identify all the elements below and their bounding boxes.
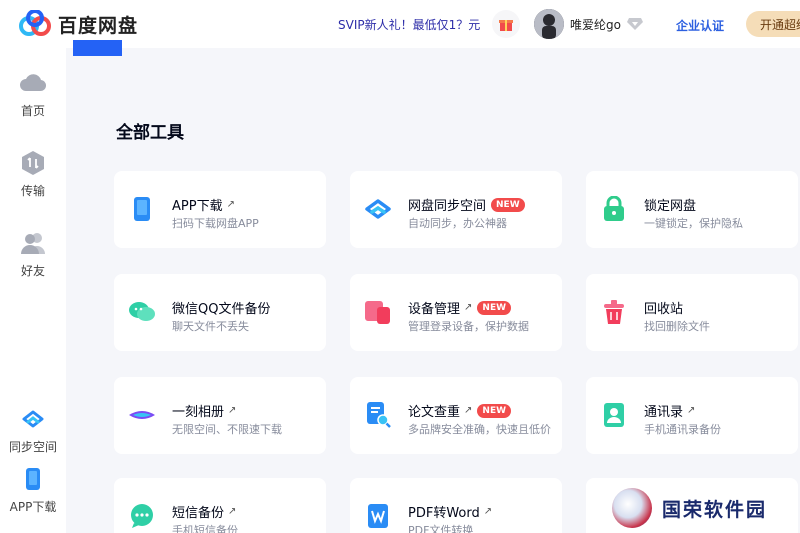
external-arrow-icon: ↗ [228, 506, 237, 517]
tool-card-wechat-qq-backup[interactable]: 微信QQ文件备份 聊天文件不丢失 [114, 274, 326, 351]
sidebar: 首页 传输 好友 同步空间 APP下载 [0, 48, 66, 533]
tool-title: 网盘同步空间 NEW [408, 195, 525, 214]
tool-subtitle: 多品牌安全准确，快速且低价 [408, 423, 551, 436]
phone-icon [128, 195, 156, 223]
trash-icon [600, 298, 628, 326]
logo[interactable]: 百度网盘 [18, 9, 139, 38]
tool-title: 锁定网盘 [644, 199, 697, 214]
yike-album-icon [128, 401, 156, 429]
page-title: 全部工具 [116, 123, 184, 143]
tool-card-paper-check[interactable]: 论文查重 ↗ NEW 多品牌安全准确，快速且低价 [350, 377, 562, 454]
friends-icon [20, 230, 46, 256]
sidebar-item-home[interactable]: 首页 [0, 70, 66, 119]
open-svip-button[interactable]: 开通超级会员 [746, 11, 800, 37]
lock-icon [600, 195, 628, 223]
external-arrow-icon: ↗ [226, 199, 235, 210]
sync-icon [20, 406, 46, 432]
tool-subtitle: 找回删除文件 [644, 320, 710, 333]
phone-icon [20, 466, 46, 492]
tool-subtitle: 管理登录设备，保护数据 [408, 320, 529, 333]
sidebar-item-label: 首页 [20, 104, 45, 118]
tool-subtitle: PDF文件转换 [408, 524, 474, 533]
tool-card-device-management[interactable]: 设备管理 ↗ NEW 管理登录设备，保护数据 [350, 274, 562, 351]
tool-title: 一刻相册 ↗ [172, 405, 237, 420]
avatar[interactable] [534, 9, 564, 39]
sidebar-item-sync-space[interactable]: 同步空间 [0, 406, 66, 455]
message-icon [128, 502, 156, 530]
word-doc-icon [364, 502, 392, 530]
tool-title: 回收站 [644, 302, 684, 317]
tool-card-sms-backup[interactable]: 短信备份 ↗ 手机短信备份 [114, 478, 326, 533]
active-indicator [73, 40, 122, 56]
tool-title: 论文查重 ↗ NEW [408, 401, 512, 420]
new-badge: NEW [491, 197, 525, 212]
external-arrow-icon: ↗ [464, 405, 473, 416]
contacts-icon [600, 401, 628, 429]
tool-card-yike-album[interactable]: 一刻相册 ↗ 无限空间、不限速下载 [114, 377, 326, 454]
tool-card-app-download[interactable]: APP下载 ↗ 扫码下载网盘APP [114, 171, 326, 248]
globe-logo-icon [612, 488, 652, 528]
watermark: 国荣软件园 [612, 488, 767, 528]
tool-card-recycle-bin[interactable]: 回收站 找回删除文件 [586, 274, 798, 351]
enterprise-verify-link[interactable]: 企业认证 [676, 17, 724, 34]
top-bar: 百度网盘 SVIP新人礼！最低仅1？元 唯爱纶go 企业认证 开通超级会员 [0, 0, 800, 56]
external-arrow-icon: ↗ [483, 506, 493, 517]
external-arrow-icon: ↗ [464, 302, 473, 313]
tool-title: PDF转Word ↗ [408, 506, 493, 521]
sidebar-item-label: APP下载 [9, 500, 57, 514]
vip-diamond-icon[interactable] [627, 16, 643, 35]
tool-title: 设备管理 ↗ NEW [408, 298, 512, 317]
tool-subtitle: 一键锁定，保护隐私 [644, 217, 743, 230]
watermark-text: 国荣软件园 [662, 498, 768, 521]
sidebar-item-label: 好友 [20, 264, 45, 278]
svip-promo-link[interactable]: SVIP新人礼！最低仅1？元 [338, 16, 480, 33]
tool-subtitle: 自动同步，办公神器 [408, 217, 507, 230]
tool-card-sync-space[interactable]: 网盘同步空间 NEW 自动同步，办公神器 [350, 171, 562, 248]
sidebar-item-transfer[interactable]: 传输 [0, 150, 66, 199]
chat-bubbles-icon [128, 298, 156, 326]
username[interactable]: 唯爱纶go [570, 16, 621, 33]
document-search-icon [364, 401, 392, 429]
tool-card-pdf-to-word[interactable]: PDF转Word ↗ PDF文件转换 [350, 478, 562, 533]
external-arrow-icon: ↗ [687, 405, 696, 416]
tool-title: 短信备份 ↗ [172, 506, 237, 521]
tool-card-contacts[interactable]: 通讯录 ↗ 手机通讯录备份 [586, 377, 798, 454]
tool-title: APP下载 ↗ [172, 199, 235, 214]
sidebar-item-label: 传输 [20, 184, 45, 198]
tool-title: 微信QQ文件备份 [172, 302, 271, 317]
gift-icon[interactable] [492, 10, 520, 38]
tool-subtitle: 聊天文件不丢失 [172, 320, 249, 333]
sync-icon [364, 195, 392, 223]
transfer-icon [20, 150, 46, 176]
sidebar-item-app-download[interactable]: APP下载 [0, 466, 66, 515]
tool-subtitle: 无限空间、不限速下载 [172, 423, 282, 436]
new-badge: NEW [477, 300, 512, 315]
new-badge: NEW [477, 403, 512, 418]
tool-card-lock[interactable]: 锁定网盘 一键锁定，保护隐私 [586, 171, 798, 248]
tool-subtitle: 手机短信备份 [172, 524, 238, 533]
baidu-netdisk-logo-icon [18, 9, 52, 38]
tool-subtitle: 扫码下载网盘APP [172, 217, 259, 230]
tool-subtitle: 手机通讯录备份 [644, 423, 721, 436]
logo-text: 百度网盘 [58, 14, 139, 37]
tool-title: 通讯录 ↗ [644, 405, 696, 420]
external-arrow-icon: ↗ [228, 405, 237, 416]
sidebar-item-friends[interactable]: 好友 [0, 230, 66, 279]
cloud-icon [20, 70, 46, 96]
devices-icon [364, 298, 392, 326]
sidebar-item-label: 同步空间 [8, 440, 57, 454]
